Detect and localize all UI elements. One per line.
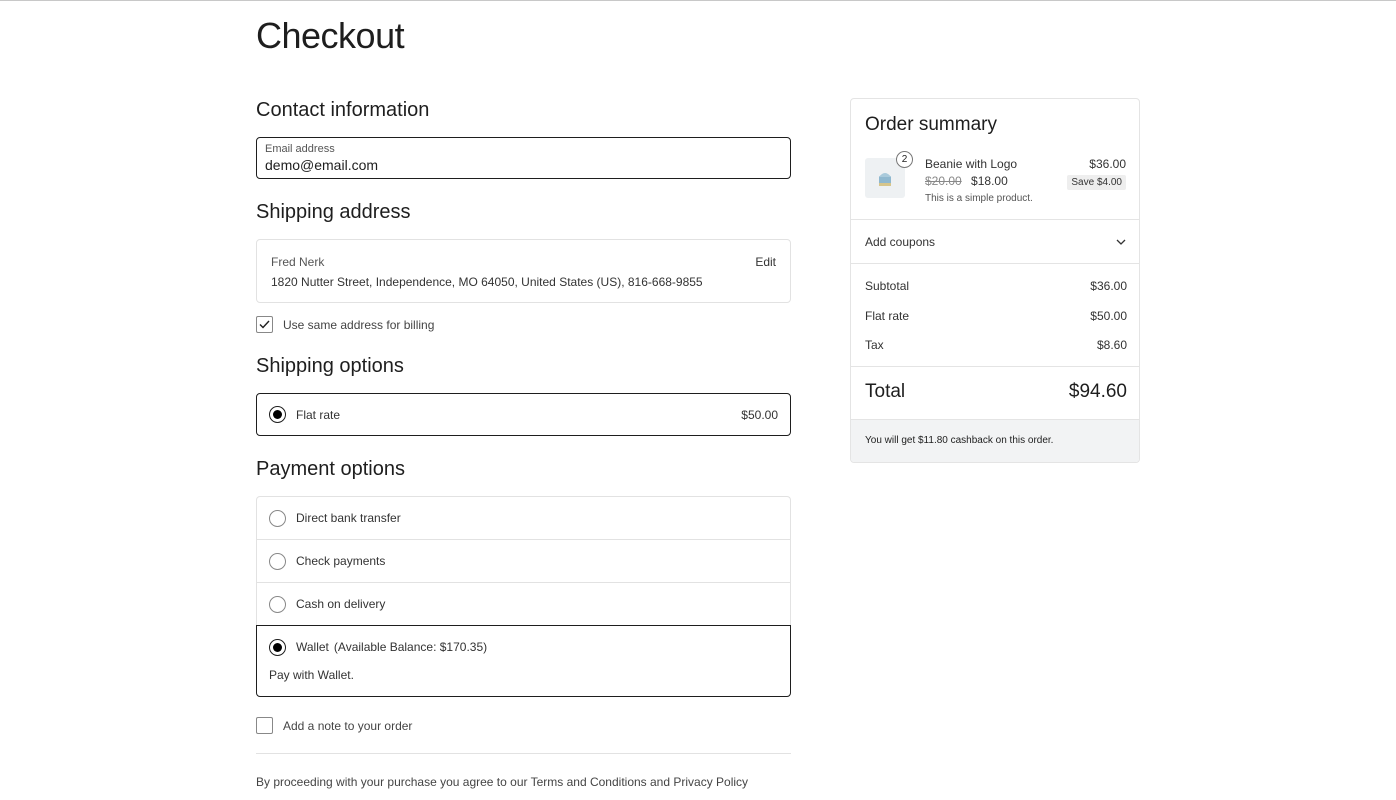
total-value: $94.60 [1068, 381, 1127, 402]
tax-label: Tax [865, 338, 884, 352]
line-total: $36.00 [1089, 157, 1126, 171]
payment-option-label: Direct bank transfer [296, 511, 401, 525]
email-field[interactable]: Email address demo@email.com [256, 137, 791, 179]
payment-methods: Direct bank transfer Check payments Cash… [256, 496, 791, 697]
save-badge: Save $4.00 [1067, 175, 1126, 190]
email-input[interactable]: demo@email.com [265, 157, 782, 173]
regular-price: $20.00 [925, 174, 962, 188]
shipping-value: $50.00 [1090, 309, 1127, 323]
shipping-label: Flat rate [865, 309, 910, 323]
summary-divider [851, 366, 1139, 367]
shipping-option-label: Flat rate [296, 407, 341, 422]
cash-on-delivery-radio[interactable] [269, 595, 286, 613]
add-coupons-label: Add coupons [865, 235, 936, 249]
subtotal-value: $36.00 [1090, 279, 1127, 293]
payment-option-label: Cash on delivery [296, 597, 386, 611]
chevron-down-icon [1116, 239, 1126, 245]
wallet-description: Pay with Wallet. [269, 668, 354, 682]
order-note-row[interactable]: Add a note to your order [256, 717, 412, 734]
bank-transfer-radio[interactable] [269, 509, 286, 527]
checkmark-icon [259, 320, 270, 329]
same-billing-label: Use same address for billing [283, 317, 435, 332]
summary-divider [851, 263, 1139, 264]
tax-row: Tax $8.60 [865, 338, 1127, 352]
shipping-row: Flat rate $50.00 [865, 309, 1127, 323]
check-payments-radio[interactable] [269, 552, 286, 570]
contact-heading: Contact information [256, 99, 430, 121]
order-note-checkbox[interactable] [256, 717, 273, 734]
wallet-balance: (Available Balance: $170.35) [333, 640, 488, 654]
shipping-option-flat-rate[interactable]: Flat rate $50.00 [256, 393, 791, 436]
page-title: Checkout [256, 15, 405, 56]
order-note-label: Add a note to your order [283, 718, 413, 733]
payment-option-wallet[interactable]: Wallet (Available Balance: $170.35) Pay … [256, 625, 791, 697]
address-line: 1820 Nutter Street, Independence, MO 640… [271, 275, 703, 289]
product-prices: $20.00 $18.00 [925, 174, 1008, 188]
total-label: Total [865, 381, 906, 402]
payment-option-cod[interactable]: Cash on delivery [256, 582, 791, 625]
address-name: Fred Nerk [271, 255, 325, 269]
order-summary: Order summary 2 Beanie with Logo $20.00 … [850, 98, 1140, 463]
cashback-notice: You will get $11.80 cashback on this ord… [851, 420, 1139, 462]
payment-option-bank-transfer[interactable]: Direct bank transfer [256, 496, 791, 539]
wallet-label: Wallet [296, 640, 329, 654]
add-coupons-toggle[interactable]: Add coupons [865, 220, 1127, 264]
same-billing-row[interactable]: Use same address for billing [256, 316, 434, 333]
payment-options-heading: Payment options [256, 458, 405, 480]
subtotal-label: Subtotal [865, 279, 910, 293]
shipping-option-price: $50.00 [741, 407, 778, 422]
product-name: Beanie with Logo [925, 157, 1018, 171]
edit-address-link[interactable]: Edit [755, 255, 776, 269]
divider [256, 753, 791, 754]
same-billing-checkbox[interactable] [256, 316, 273, 333]
address-card: Fred Nerk 1820 Nutter Street, Independen… [256, 239, 791, 303]
sale-price: $18.00 [971, 174, 1008, 188]
shipping-options-heading: Shipping options [256, 355, 404, 377]
payment-option-check[interactable]: Check payments [256, 539, 791, 582]
product-description: This is a simple product. [925, 193, 1033, 204]
tax-value: $8.60 [1096, 338, 1127, 352]
flat-rate-radio[interactable] [269, 406, 286, 423]
payment-option-label: Check payments [296, 554, 386, 568]
quantity-badge: 2 [896, 151, 913, 168]
shipping-address-heading: Shipping address [256, 201, 411, 223]
subtotal-row: Subtotal $36.00 [865, 279, 1127, 293]
terms-text: By proceeding with your purchase you agr… [256, 775, 749, 789]
order-summary-heading: Order summary [865, 114, 997, 135]
email-label: Email address [265, 143, 335, 155]
total-row: Total $94.60 [865, 381, 1127, 403]
wallet-radio[interactable] [269, 638, 286, 656]
